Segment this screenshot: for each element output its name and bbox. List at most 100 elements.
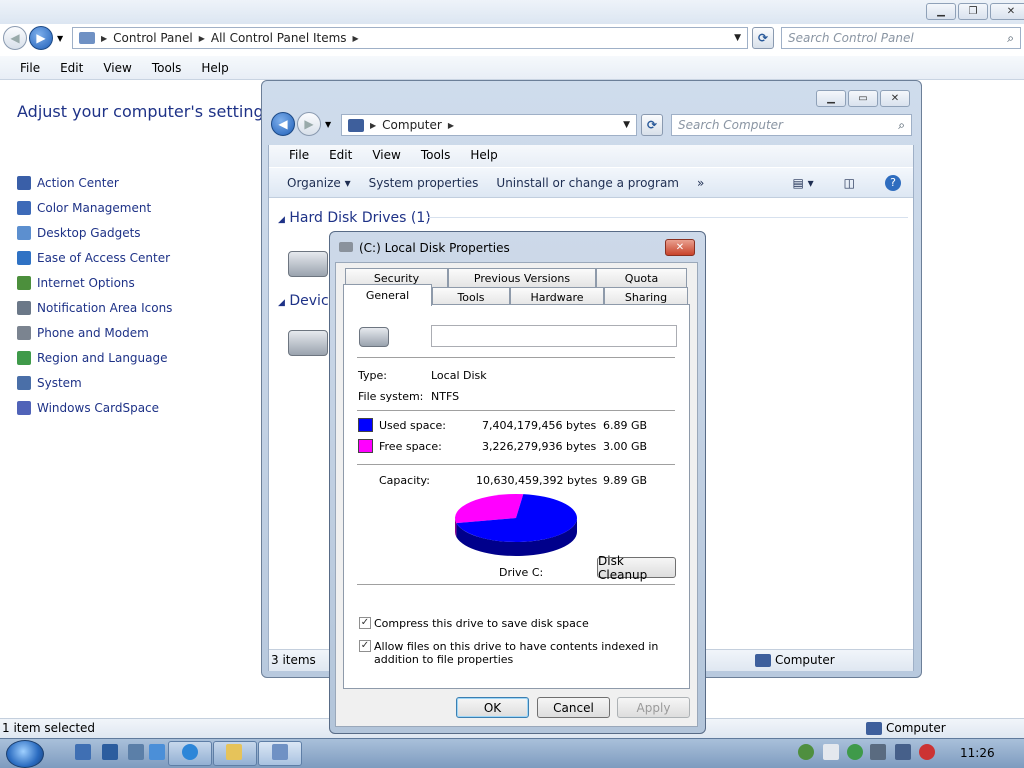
control-panel-item-windows-cardspace[interactable]: Windows CardSpace xyxy=(17,395,172,420)
breadcrumb-separator-icon[interactable]: ▶ xyxy=(370,121,376,130)
free-space-bytes: 3,226,279,936 bytes xyxy=(482,440,597,453)
forward-button[interactable]: ▶ xyxy=(297,112,321,136)
help-icon[interactable]: ? xyxy=(885,174,901,191)
network-icon[interactable] xyxy=(798,744,814,760)
index-checkbox[interactable]: ✓ xyxy=(359,640,371,652)
free-space-swatch xyxy=(358,439,373,453)
notes-icon[interactable] xyxy=(823,744,839,760)
computer-search-input[interactable]: Search Computer ⌕ xyxy=(671,114,912,136)
recent-pages-icon[interactable]: ▼ xyxy=(325,120,331,129)
menu-view[interactable]: View xyxy=(101,59,133,77)
control-panel-item-action-center[interactable]: Action Center xyxy=(17,170,172,195)
close-button[interactable]: ✕ xyxy=(990,3,1024,20)
file-system-label: File system: xyxy=(358,390,424,403)
control-panel-item-phone-and-modem[interactable]: Phone and Modem xyxy=(17,320,172,345)
ok-button[interactable]: OK xyxy=(456,697,529,718)
close-button[interactable]: ✕ xyxy=(880,90,910,107)
menu-view[interactable]: View xyxy=(370,146,402,164)
control-panel-item-color-management[interactable]: Color Management xyxy=(17,195,172,220)
breadcrumb-separator-icon[interactable]: ▶ xyxy=(353,34,359,43)
maximize-button[interactable]: ❐ xyxy=(958,3,988,20)
menu-edit[interactable]: Edit xyxy=(327,146,354,164)
computer-address-bar[interactable]: ▶ Computer ▶ ▼ xyxy=(341,114,637,136)
network-status-icon[interactable] xyxy=(895,744,911,760)
uninstall-program-button[interactable]: Uninstall or change a program xyxy=(496,176,679,190)
removable-drive-icon[interactable] xyxy=(288,330,328,356)
quicklaunch-icon[interactable] xyxy=(102,744,118,760)
organize-button[interactable]: Organize ▾ xyxy=(287,176,351,190)
maximize-button[interactable]: ▭ xyxy=(848,90,878,107)
control-panel-address-bar[interactable]: ▶ Control Panel ▶ All Control Panel Item… xyxy=(72,27,748,49)
search-icon[interactable]: ⌕ xyxy=(898,118,905,133)
breadcrumb-separator-icon[interactable]: ▶ xyxy=(101,34,107,43)
menu-file[interactable]: File xyxy=(287,146,311,164)
control-panel-item-system[interactable]: System xyxy=(17,370,172,395)
computer-icon xyxy=(17,375,31,390)
control-panel-titlebar[interactable] xyxy=(0,0,1024,24)
menu-help[interactable]: Help xyxy=(199,59,230,77)
search-icon[interactable]: ⌕ xyxy=(1007,31,1014,46)
address-dropdown-icon[interactable]: ▼ xyxy=(623,120,630,130)
index-label[interactable]: Allow files on this drive to have conten… xyxy=(374,640,674,666)
breadcrumb-computer[interactable]: Computer xyxy=(382,118,442,132)
start-button[interactable] xyxy=(6,740,44,768)
preview-pane-icon[interactable]: ◫ xyxy=(844,176,855,190)
menu-tools[interactable]: Tools xyxy=(150,59,184,77)
compress-checkbox[interactable]: ✓ xyxy=(359,617,371,629)
breadcrumb-all-items[interactable]: All Control Panel Items xyxy=(211,31,347,45)
hard-drive-icon[interactable] xyxy=(288,251,328,277)
refresh-button[interactable]: ⟳ xyxy=(641,114,663,136)
flag-icon[interactable] xyxy=(870,744,886,760)
back-button[interactable]: ◀ xyxy=(3,26,27,50)
control-panel-items: Action Center Color Management Desktop Gad… xyxy=(17,170,172,420)
refresh-button[interactable]: ⟳ xyxy=(752,27,774,49)
control-panel-item-internet-options[interactable]: Internet Options xyxy=(17,270,172,295)
security-icon[interactable] xyxy=(847,744,863,760)
status-location-label: Computer xyxy=(886,721,946,735)
dialog-close-button[interactable]: ✕ xyxy=(665,239,695,256)
minimize-button[interactable]: ▁ xyxy=(816,90,846,107)
computer-nav: ◀ ▶ ▼ xyxy=(271,112,333,136)
recent-pages-icon[interactable]: ▼ xyxy=(57,34,63,43)
tab-previous-versions[interactable]: Previous Versions xyxy=(448,268,596,287)
control-panel-item-notification-area-icons[interactable]: Notification Area Icons xyxy=(17,295,172,320)
tab-general[interactable]: General xyxy=(343,284,432,306)
group-hard-disk-drives[interactable]: ◢ Hard Disk Drives (1) xyxy=(278,210,431,226)
disk-cleanup-button[interactable]: Disk Cleanup xyxy=(597,554,676,582)
cancel-button[interactable]: Cancel xyxy=(537,697,610,718)
breadcrumb-separator-icon[interactable]: ▶ xyxy=(199,34,205,43)
forward-button[interactable]: ▶ xyxy=(29,26,53,50)
breadcrumb-control-panel[interactable]: Control Panel xyxy=(113,31,193,45)
change-view-icon[interactable]: ▤ ▾ xyxy=(792,176,813,190)
system-properties-button[interactable]: System properties xyxy=(369,176,479,190)
menu-tools[interactable]: Tools xyxy=(419,146,453,164)
apply-button[interactable]: Apply xyxy=(617,697,690,718)
used-space-bytes: 7,404,179,456 bytes xyxy=(482,419,597,432)
menu-edit[interactable]: Edit xyxy=(58,59,85,77)
control-panel-item-desktop-gadgets[interactable]: Desktop Gadgets xyxy=(17,220,172,245)
separator xyxy=(357,410,675,411)
address-dropdown-icon[interactable]: ▼ xyxy=(734,33,741,43)
control-panel-search-input[interactable]: Search Control Panel ⌕ xyxy=(781,27,1021,49)
control-panel-item-ease-of-access-center[interactable]: Ease of Access Center xyxy=(17,245,172,270)
compress-label[interactable]: Compress this drive to save disk space xyxy=(374,617,589,630)
collapse-icon[interactable]: ◢ xyxy=(278,215,285,225)
minimize-button[interactable]: ▁ xyxy=(926,3,956,20)
back-button[interactable]: ◀ xyxy=(271,112,295,136)
ie-icon[interactable] xyxy=(149,744,165,760)
local-disk-icon xyxy=(359,327,389,347)
more-commands-button[interactable]: » xyxy=(697,176,704,190)
drive-name-input[interactable] xyxy=(431,325,677,347)
collapse-icon[interactable]: ◢ xyxy=(278,298,285,308)
tab-quota[interactable]: Quota xyxy=(596,268,687,287)
control-panel-item-label: Windows CardSpace xyxy=(37,400,160,415)
menu-file[interactable]: File xyxy=(18,59,42,77)
breadcrumb-separator-icon[interactable]: ▶ xyxy=(448,121,454,130)
quicklaunch-icon[interactable] xyxy=(128,744,144,760)
menu-help[interactable]: Help xyxy=(468,146,499,164)
show-desktop-icon[interactable] xyxy=(75,744,91,760)
clock[interactable]: 11:26 xyxy=(960,746,995,760)
control-panel-item-region-and-language[interactable]: Region and Language xyxy=(17,345,172,370)
volume-muted-icon[interactable] xyxy=(919,744,935,760)
globe-clock-icon xyxy=(17,350,31,365)
